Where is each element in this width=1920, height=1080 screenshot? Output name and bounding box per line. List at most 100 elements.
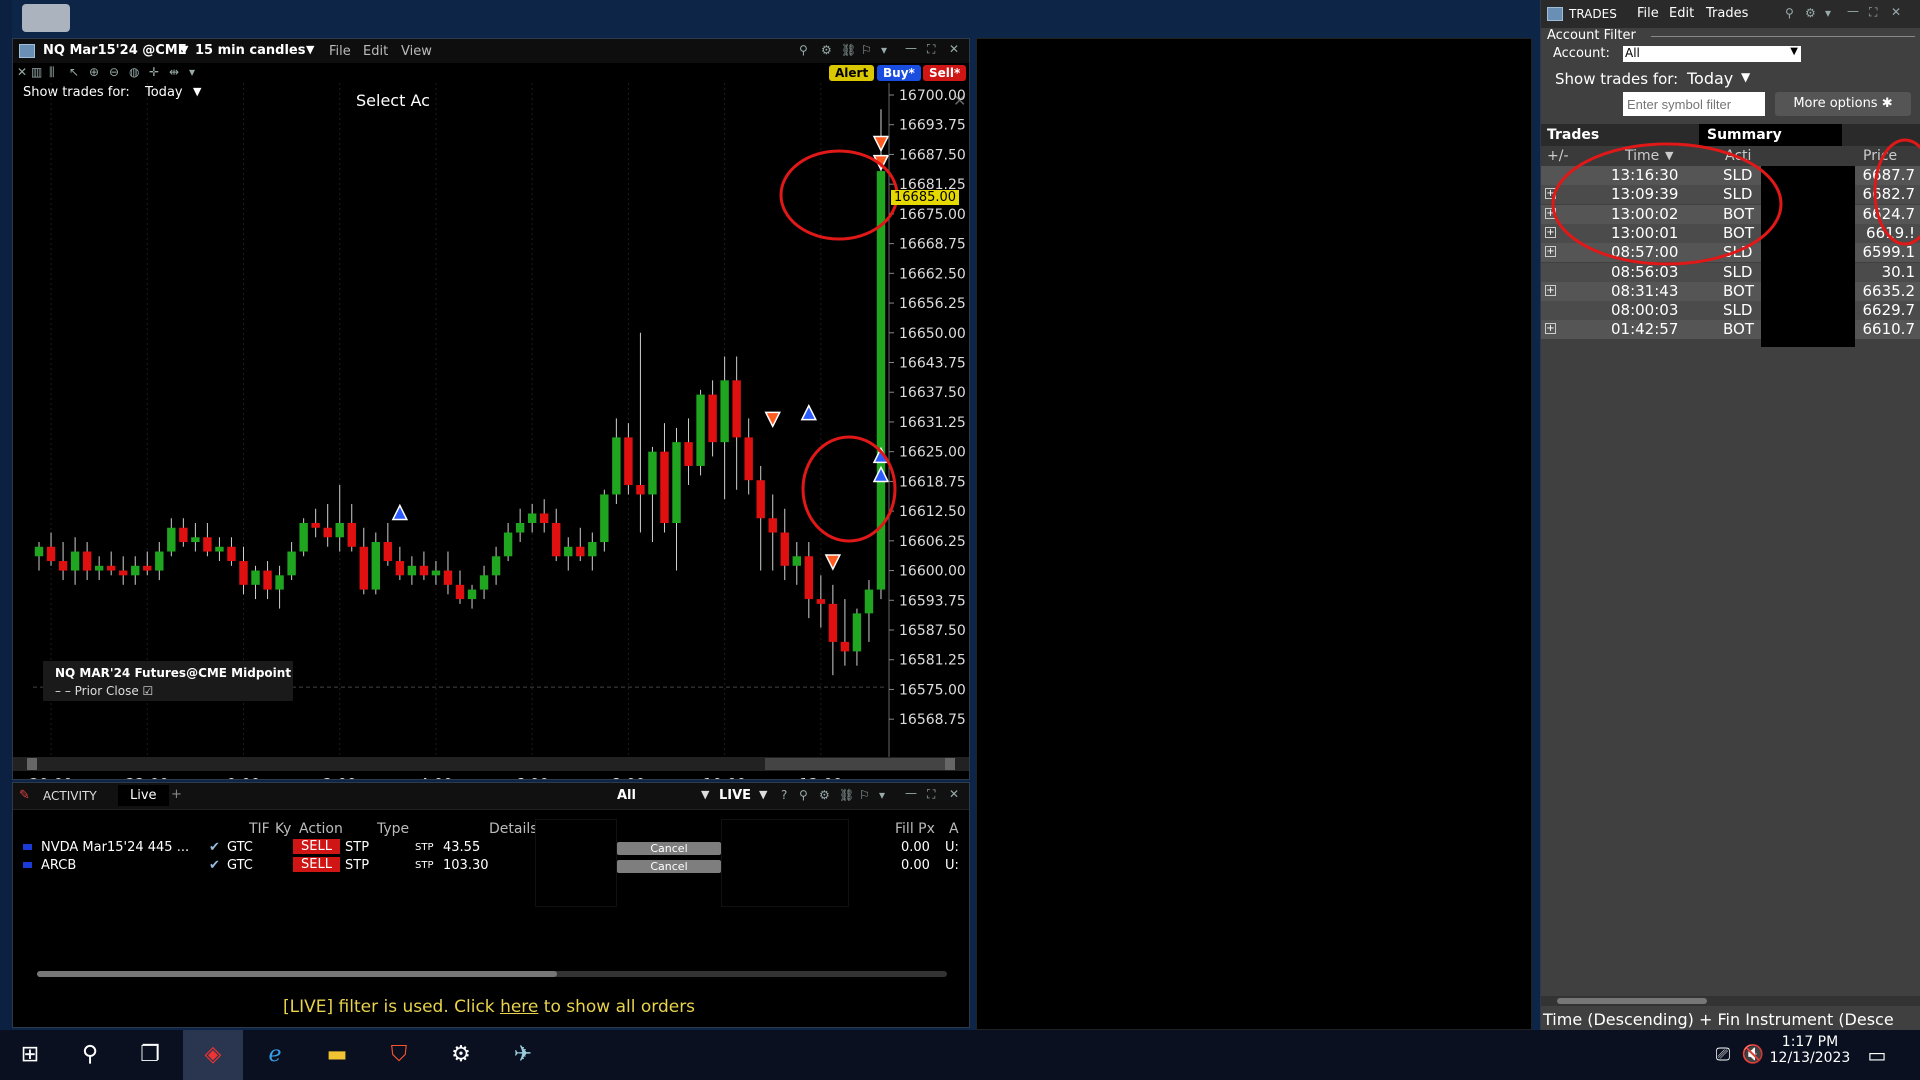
candle-body xyxy=(479,575,489,590)
price-tick-label: 16675.00 xyxy=(899,207,966,223)
trades-menu-file[interactable]: File xyxy=(1637,6,1659,21)
candle-body xyxy=(648,451,657,495)
order-details-type: STP xyxy=(415,860,434,871)
account-select[interactable]: All ▼ xyxy=(1623,46,1801,62)
cancel-order-button[interactable]: Cancel xyxy=(617,842,721,855)
col-ky[interactable]: Ky xyxy=(275,821,291,837)
candle-body xyxy=(491,556,501,576)
scroll-right-button xyxy=(945,758,955,770)
candle-body xyxy=(636,484,645,495)
trades-menu-edit[interactable]: Edit xyxy=(1669,6,1694,21)
trades-minimize-icon[interactable]: — xyxy=(1847,4,1859,18)
col-action[interactable]: Action xyxy=(299,821,343,837)
col-account[interactable]: A xyxy=(949,821,959,837)
trades-scroll-thumb[interactable] xyxy=(1557,998,1707,1004)
activity-link-icon[interactable]: ⛓ xyxy=(839,788,854,802)
account-filter-rule xyxy=(1651,36,1915,37)
filter-live-dropdown-icon[interactable]: ▼ xyxy=(759,788,767,801)
candle-body xyxy=(275,575,284,590)
taskbar-search-icon[interactable]: ⚲ xyxy=(75,1040,105,1070)
settings-icon[interactable]: ⚙ xyxy=(446,1040,476,1070)
trader-workstation-icon[interactable]: ◈ xyxy=(198,1040,228,1070)
candle-body xyxy=(371,542,381,590)
activity-minimize-icon[interactable]: — xyxy=(905,786,917,800)
notifications-icon[interactable]: ▭ xyxy=(1862,1040,1892,1070)
candle-body xyxy=(588,542,597,557)
price-tick-label: 16693.75 xyxy=(899,118,966,134)
order-action[interactable]: SELL xyxy=(293,839,340,854)
order-instrument[interactable]: ARCB xyxy=(41,858,76,873)
price-tick-label: 16593.75 xyxy=(899,593,966,609)
order-action[interactable]: SELL xyxy=(293,857,340,872)
filter-msg-pre: [LIVE] filter is used. Click xyxy=(283,997,501,1017)
activity-chevron-icon[interactable]: ▾ xyxy=(879,788,885,802)
candle-body xyxy=(299,523,308,552)
candle-body xyxy=(624,437,633,485)
order-status-icon xyxy=(23,862,32,868)
more-options-button[interactable]: More options ✱ xyxy=(1775,92,1911,116)
clock-time: 1:17 PM xyxy=(1781,1034,1839,1050)
windows-start-icon[interactable]: ⊞ xyxy=(15,1040,45,1070)
trades-show-dropdown-icon[interactable]: ▼ xyxy=(1741,70,1750,84)
candle-body xyxy=(828,603,838,642)
order-instrument[interactable]: NVDA Mar15'24 445 ... xyxy=(41,840,189,855)
trades-show-value[interactable]: Today xyxy=(1687,69,1733,88)
taskbar-clock[interactable]: 1:17 PM 12/13/2023 xyxy=(1760,1034,1860,1066)
order-check-icon: ✔ xyxy=(209,840,220,855)
symbol-filter-input[interactable] xyxy=(1623,92,1765,116)
buy-marker xyxy=(391,503,409,521)
activity-scroll-thumb[interactable] xyxy=(37,971,557,977)
task-view-icon[interactable]: ❐ xyxy=(135,1040,165,1070)
trades-maximize-icon[interactable]: ⛶ xyxy=(1869,5,1877,20)
activity-pin-icon[interactable]: ⚐ xyxy=(859,788,870,802)
activity-gear-icon[interactable]: ⚙ xyxy=(819,788,830,802)
add-tab-icon[interactable]: + xyxy=(171,787,182,802)
candle-body xyxy=(287,551,296,576)
trades-search-icon[interactable]: ⚲ xyxy=(1785,6,1794,20)
candle-body xyxy=(239,561,248,585)
candle-body xyxy=(684,442,693,466)
trades-chevron-icon[interactable]: ▾ xyxy=(1825,6,1831,20)
trades-menu-trades[interactable]: Trades xyxy=(1706,6,1748,21)
col-fill-px[interactable]: Fill Px xyxy=(895,821,935,837)
trades-gear-icon[interactable]: ⚙ xyxy=(1805,6,1816,20)
activity-maximize-icon[interactable]: ⛶ xyxy=(927,787,935,802)
tab-live[interactable]: Live xyxy=(118,785,169,806)
candle-body xyxy=(34,546,44,557)
candle-body xyxy=(407,565,417,576)
filter-all-dropdown-icon[interactable]: ▼ xyxy=(701,788,709,801)
internet-explorer-icon[interactable]: ℯ xyxy=(260,1040,290,1070)
candle-body xyxy=(143,565,152,571)
network-icon[interactable]: ⎚ xyxy=(1708,1040,1738,1070)
expand-icon[interactable]: + xyxy=(1545,323,1556,335)
brave-browser-icon[interactable]: ⛉ xyxy=(384,1040,414,1070)
price-tick-label: 16600.00 xyxy=(899,564,966,580)
trade-row[interactable]: 08:00:03 SLD 6629.7 xyxy=(1541,301,1920,321)
trade-row[interactable]: +01:42:57 BOT 6610.7 xyxy=(1541,320,1920,340)
show-all-orders-link[interactable]: here xyxy=(500,997,538,1017)
col-tif[interactable]: TIF xyxy=(249,821,270,837)
candle-body xyxy=(347,523,356,547)
col-details[interactable]: Details xyxy=(489,821,538,837)
file-explorer-icon[interactable]: ▬ xyxy=(322,1040,352,1070)
help-icon[interactable]: ? xyxy=(781,788,787,802)
order-details-value[interactable]: 43.55 xyxy=(443,840,480,855)
filter-live[interactable]: LIVE xyxy=(719,788,751,803)
candle-body xyxy=(660,451,669,523)
trades-close-icon[interactable]: ✕ xyxy=(1891,5,1901,19)
col-type[interactable]: Type xyxy=(377,821,409,837)
candle-body xyxy=(215,546,224,552)
filter-all[interactable]: All xyxy=(617,788,636,803)
desktop-icon[interactable] xyxy=(22,4,70,32)
order-details-value[interactable]: 103.30 xyxy=(443,858,489,873)
activity-close-icon[interactable]: ✕ xyxy=(949,787,959,801)
app-icon[interactable]: ✈ xyxy=(508,1040,538,1070)
candle-body xyxy=(852,613,862,652)
trades-window: TRADES File Edit Trades ⚲ ⚙ ▾ — ⛶ ✕ Acco… xyxy=(1540,0,1920,1030)
legend-prior-close[interactable]: – – Prior Close ☑ xyxy=(55,684,153,698)
candle-body xyxy=(720,380,729,443)
cancel-order-button[interactable]: Cancel xyxy=(617,860,721,873)
time-tick-label: 22:00 xyxy=(126,775,169,779)
activity-search-icon[interactable]: ⚲ xyxy=(799,788,808,802)
candle-body xyxy=(756,480,765,519)
